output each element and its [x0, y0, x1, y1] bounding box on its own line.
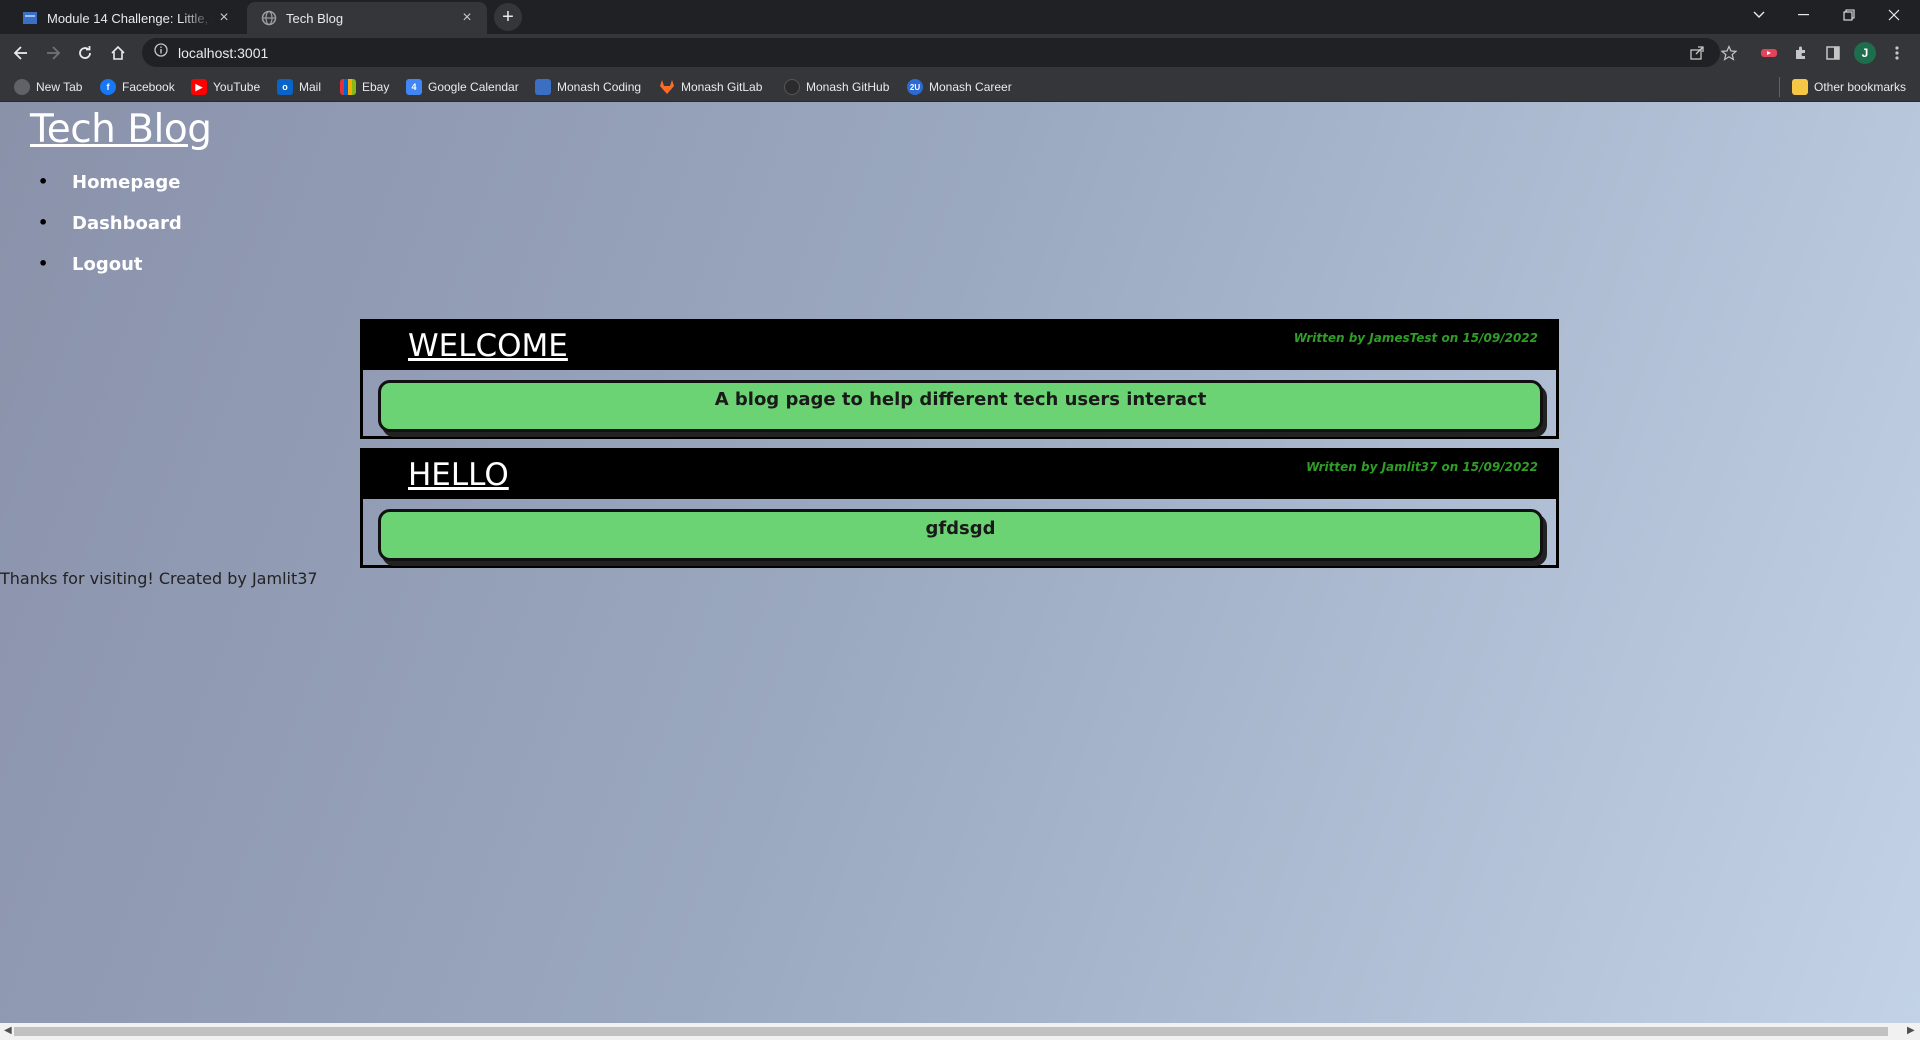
bookmark-label: Mail	[299, 80, 322, 94]
outlook-icon: o	[277, 79, 293, 95]
bookmark-label: New Tab	[36, 80, 83, 94]
bookmark-new-tab[interactable]: New Tab	[14, 77, 82, 97]
bookmark-monash-gitlab[interactable]: Monash GitLab	[659, 77, 762, 97]
close-tab-icon[interactable]: ×	[457, 8, 477, 28]
site-info-icon[interactable]	[154, 43, 168, 62]
close-tab-icon[interactable]: ×	[214, 8, 234, 28]
bookmark-monash-career[interactable]: 2U Monash Career	[907, 77, 1012, 97]
facebook-icon: f	[100, 79, 116, 95]
home-icon[interactable]	[104, 39, 132, 67]
globe-icon	[14, 79, 30, 95]
share-icon[interactable]	[1686, 42, 1708, 64]
menu-kebab-icon[interactable]	[1886, 42, 1908, 64]
bookmark-label: Other bookmarks	[1814, 80, 1907, 94]
tab-module-14[interactable]: Module 14 Challenge: Little, James ×	[8, 2, 244, 34]
calendar-icon: 4	[406, 79, 422, 95]
tab-title: Module 14 Challenge: Little, James	[47, 10, 214, 26]
globe-favicon-icon	[261, 10, 277, 26]
post-header: WELCOME Written by JamesTest on 15/09/20…	[363, 322, 1556, 370]
reload-icon[interactable]	[71, 39, 99, 67]
2u-icon: 2U	[907, 79, 923, 95]
canvas-favicon-icon	[22, 10, 38, 26]
bookmarks-bar: New Tab f Facebook ▶ YouTube o Mail Ebay…	[0, 71, 1920, 102]
site-title-link[interactable]: Tech Blog	[30, 107, 212, 152]
post-meta: Written by Jamlit37 on 15/09/2022	[1306, 460, 1538, 474]
ebay-icon	[340, 79, 356, 95]
close-window-icon[interactable]	[1871, 0, 1916, 30]
scrollbar-thumb[interactable]	[14, 1027, 1888, 1036]
address-bar[interactable]: localhost:3001	[142, 38, 1720, 67]
bookmark-monash-github[interactable]: Monash GitHub	[784, 77, 889, 97]
profile-avatar[interactable]: J	[1854, 42, 1876, 64]
nav-dashboard[interactable]: Dashboard	[38, 213, 182, 254]
tab-search-icon[interactable]	[1736, 0, 1781, 30]
bookmark-label: Ebay	[362, 80, 390, 94]
nav-homepage[interactable]: Homepage	[38, 172, 182, 213]
new-tab-button[interactable]: +	[494, 3, 522, 31]
bookmark-label: Monash Coding	[557, 80, 642, 94]
browser-toolbar: localhost:3001 J	[0, 34, 1920, 71]
bookmark-monash-coding[interactable]: Monash Coding	[535, 77, 641, 97]
post-card[interactable]: HELLO Written by Jamlit37 on 15/09/2022 …	[360, 448, 1559, 568]
gitlab-icon	[659, 79, 675, 95]
tab-strip: Module 14 Challenge: Little, James × Tec…	[0, 0, 1920, 34]
monash-icon	[535, 79, 551, 95]
other-bookmarks[interactable]: Other bookmarks	[1792, 77, 1906, 97]
folder-icon	[1792, 79, 1808, 95]
youtube-icon: ▶	[191, 79, 207, 95]
post-body: A blog page to help different tech users…	[378, 380, 1543, 432]
scroll-left-icon[interactable]: ◀	[4, 1025, 12, 1036]
scroll-right-icon[interactable]: ▶	[1907, 1025, 1915, 1036]
bookmark-youtube[interactable]: ▶ YouTube	[191, 77, 260, 97]
github-icon	[784, 79, 800, 95]
extension-red-icon[interactable]	[1758, 42, 1780, 64]
url-text: localhost:3001	[178, 44, 269, 61]
nav-logout[interactable]: Logout	[38, 254, 182, 295]
post-card[interactable]: WELCOME Written by JamesTest on 15/09/20…	[360, 319, 1559, 439]
bookmark-facebook[interactable]: f Facebook	[100, 77, 175, 97]
horizontal-scrollbar[interactable]: ◀ ▶	[0, 1023, 1920, 1040]
page-viewport: Tech Blog Homepage Dashboard Logout WELC…	[0, 102, 1920, 1023]
page-footer: Thanks for visiting! Created by Jamlit37	[0, 569, 318, 588]
back-icon[interactable]	[7, 39, 35, 67]
bookmark-ebay[interactable]: Ebay	[340, 77, 389, 97]
bookmark-label: Monash GitLab	[681, 80, 763, 94]
bookmark-google-calendar[interactable]: 4 Google Calendar	[406, 77, 519, 97]
bookmark-label: Monash GitHub	[806, 80, 890, 94]
bookmark-label: Facebook	[122, 80, 175, 94]
bookmark-label: YouTube	[213, 80, 261, 94]
bookmark-mail[interactable]: o Mail	[277, 77, 321, 97]
bookmark-label: Google Calendar	[428, 80, 519, 94]
bookmark-label: Monash Career	[929, 80, 1012, 94]
minimize-icon[interactable]	[1781, 0, 1826, 30]
post-meta: Written by JamesTest on 15/09/2022	[1293, 331, 1538, 345]
extensions-icon[interactable]	[1790, 42, 1812, 64]
post-header: HELLO Written by Jamlit37 on 15/09/2022	[363, 451, 1556, 499]
post-title[interactable]: HELLO	[408, 457, 509, 493]
restore-icon[interactable]	[1826, 0, 1871, 30]
tab-title: Tech Blog	[286, 10, 344, 26]
post-body: gfdsgd	[378, 509, 1543, 561]
main-nav: Homepage Dashboard Logout	[38, 172, 182, 295]
side-panel-icon[interactable]	[1822, 42, 1844, 64]
forward-icon[interactable]	[39, 39, 67, 67]
post-title[interactable]: WELCOME	[408, 328, 568, 364]
bookmark-star-icon[interactable]	[1718, 42, 1740, 64]
bookmarks-divider	[1779, 77, 1780, 97]
tab-tech-blog[interactable]: Tech Blog ×	[247, 2, 487, 34]
